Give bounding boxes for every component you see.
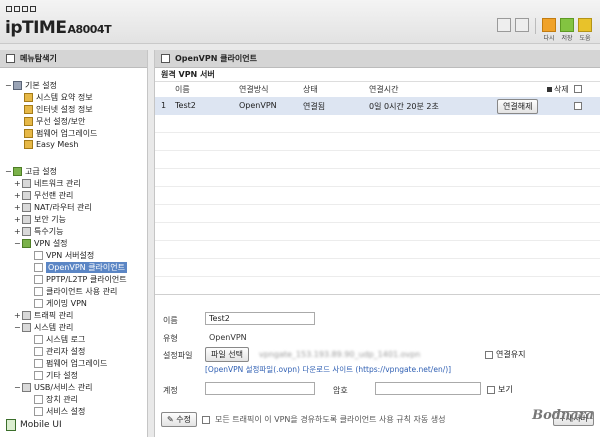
help-icon bbox=[578, 18, 592, 32]
tree-item-usb-service[interactable]: − USB/서비스 관리 bbox=[14, 382, 92, 393]
tree-item-system-summary[interactable]: 시스템 요약 정보 bbox=[24, 92, 93, 103]
tree-item-vpn-server[interactable]: VPN 서버설정 bbox=[34, 250, 94, 261]
tree-item-openvpn-client[interactable]: OpenVPN 클라이언트 bbox=[34, 262, 127, 273]
folder-icon bbox=[22, 179, 31, 188]
save-icon bbox=[560, 18, 574, 32]
keep-alive-checkbox[interactable] bbox=[485, 350, 493, 359]
page-icon bbox=[34, 299, 43, 308]
tree-basic-settings[interactable]: − 기본 설정 bbox=[5, 80, 57, 91]
tree-item-system-log[interactable]: 시스템 로그 bbox=[34, 334, 85, 345]
page-icon bbox=[34, 335, 43, 344]
refresh-icon bbox=[542, 18, 556, 32]
tree-item-firmware-upgrade[interactable]: 펌웨어 업그레이드 bbox=[24, 128, 97, 139]
folder-icon bbox=[22, 383, 31, 392]
tree-item-client-usage[interactable]: 클라이언트 사용 관리 bbox=[34, 286, 117, 297]
folder-icon bbox=[22, 323, 31, 332]
select-all-checkbox[interactable] bbox=[574, 85, 582, 93]
page-icon bbox=[34, 263, 43, 272]
table-header: 이름 연결방식 상태 연결시간 삭제 bbox=[155, 83, 600, 96]
name-input[interactable] bbox=[205, 312, 315, 325]
tree-item-service-settings[interactable]: 서비스 설정 bbox=[34, 406, 85, 417]
tree-item-fw-upgrade[interactable]: 펌웨어 업그레이드 bbox=[34, 358, 107, 369]
tree-item-traffic[interactable]: + 트래픽 관리 bbox=[14, 310, 73, 321]
auto-rule-checkbox[interactable] bbox=[201, 415, 210, 424]
main-panel: OpenVPN 클라이언트 원격 VPN 서버 이름 연결방식 상태 연결시간 … bbox=[154, 50, 600, 437]
tree-advanced-settings[interactable]: − 고급 설정 bbox=[5, 166, 57, 177]
folder-icon bbox=[22, 311, 31, 320]
password-input[interactable] bbox=[375, 382, 481, 395]
folder-icon bbox=[22, 227, 31, 236]
settings-icon bbox=[13, 81, 22, 90]
mobile-icon bbox=[6, 419, 16, 431]
folder-icon bbox=[22, 203, 31, 212]
tree-item-vpn[interactable]: − VPN 설정 bbox=[14, 238, 68, 249]
page-icon bbox=[24, 93, 33, 102]
home-icon[interactable] bbox=[497, 18, 511, 32]
show-password-checkbox[interactable] bbox=[487, 385, 495, 394]
page-icon bbox=[34, 359, 43, 368]
tree-item-network-mgmt[interactable]: + 네트워크 관리 bbox=[14, 178, 81, 189]
tree-item-system-mgmt[interactable]: − 시스템 관리 bbox=[14, 322, 73, 333]
main-panel-title: OpenVPN 클라이언트 bbox=[155, 50, 600, 68]
row-delete-checkbox[interactable] bbox=[574, 102, 582, 110]
section-title: 원격 VPN 서버 bbox=[155, 68, 600, 82]
tree-item-special[interactable]: + 특수기능 bbox=[14, 226, 63, 237]
tree-item-nat-router[interactable]: + NAT/라우터 관리 bbox=[14, 202, 92, 213]
tree-item-internet-info[interactable]: 인터넷 설정 정보 bbox=[24, 104, 93, 115]
file-select-button[interactable]: 파일 선택 bbox=[205, 347, 249, 362]
tree-item-wireless-security[interactable]: 무선 설정/보안 bbox=[24, 116, 85, 127]
brand-logo: ipTIMEA8004T bbox=[5, 18, 112, 38]
modify-button[interactable]: ✎ 수정 bbox=[161, 412, 197, 427]
help-button[interactable]: 도움 bbox=[578, 18, 592, 42]
tree-item-pptp-client[interactable]: PPTP/L2TP 클라이언트 bbox=[34, 274, 127, 285]
page-icon bbox=[34, 287, 43, 296]
tree-item-etc-settings[interactable]: 기타 설정 bbox=[34, 370, 78, 381]
save-button[interactable]: 저장 bbox=[560, 18, 574, 42]
table-row[interactable]: 1 Test2 OpenVPN 연결됨 0일 0시간 20분 2초 연결해제 bbox=[155, 97, 600, 115]
page-icon bbox=[24, 105, 33, 114]
vpn-icon bbox=[22, 239, 31, 248]
logo-mark-icon bbox=[6, 6, 36, 12]
edit-icon: ✎ bbox=[167, 415, 174, 424]
page-icon bbox=[24, 117, 33, 126]
watermark-logo: Bodnara bbox=[532, 408, 594, 423]
folder-icon bbox=[22, 215, 31, 224]
tree-item-wireless-mgmt[interactable]: + 무선랜 관리 bbox=[14, 190, 73, 201]
page-icon bbox=[34, 347, 43, 356]
page-icon bbox=[34, 407, 43, 416]
page-icon bbox=[24, 140, 33, 149]
page-icon bbox=[24, 129, 33, 138]
page-icon bbox=[34, 395, 43, 404]
tree-item-admin-settings[interactable]: 관리자 설정 bbox=[34, 346, 85, 357]
tree-item-easy-mesh[interactable]: Easy Mesh bbox=[24, 140, 78, 149]
explorer-icon bbox=[6, 54, 15, 63]
tree-item-device-mgmt[interactable]: 장치 관리 bbox=[34, 394, 78, 405]
top-header: ipTIMEA8004T 다시 저장 도움 bbox=[0, 0, 600, 44]
page-title: OpenVPN 클라이언트 bbox=[175, 54, 257, 63]
tree-item-gaming-vpn[interactable]: 게이밍 VPN bbox=[34, 298, 87, 309]
page-icon bbox=[34, 251, 43, 260]
ovpn-download-link[interactable]: [OpenVPN 설정파일(.ovpn) 다운로드 사이트 (https://v… bbox=[205, 364, 451, 375]
page-icon bbox=[34, 275, 43, 284]
logout-icon[interactable] bbox=[515, 18, 529, 32]
page-title-icon bbox=[161, 54, 170, 63]
menu-explorer: 메뉴탐색기 − 기본 설정 시스템 요약 정보 인터넷 설정 정보 무선 설정/보… bbox=[0, 50, 148, 437]
account-input[interactable] bbox=[205, 382, 315, 395]
mobile-ui-link[interactable]: Mobile UI bbox=[6, 419, 62, 431]
refresh-button[interactable]: 다시 bbox=[542, 18, 556, 42]
network-icon bbox=[13, 167, 22, 176]
folder-icon bbox=[22, 191, 31, 200]
menu-explorer-title: 메뉴탐색기 bbox=[0, 50, 147, 68]
tree-item-security[interactable]: + 보안 기능 bbox=[14, 214, 66, 225]
page-icon bbox=[34, 371, 43, 380]
delete-marker-icon bbox=[547, 87, 552, 92]
disconnect-button[interactable]: 연결해제 bbox=[497, 99, 539, 114]
selected-file-name: vpngate_153.193.89.90_udp_1401.ovpn bbox=[259, 350, 421, 359]
